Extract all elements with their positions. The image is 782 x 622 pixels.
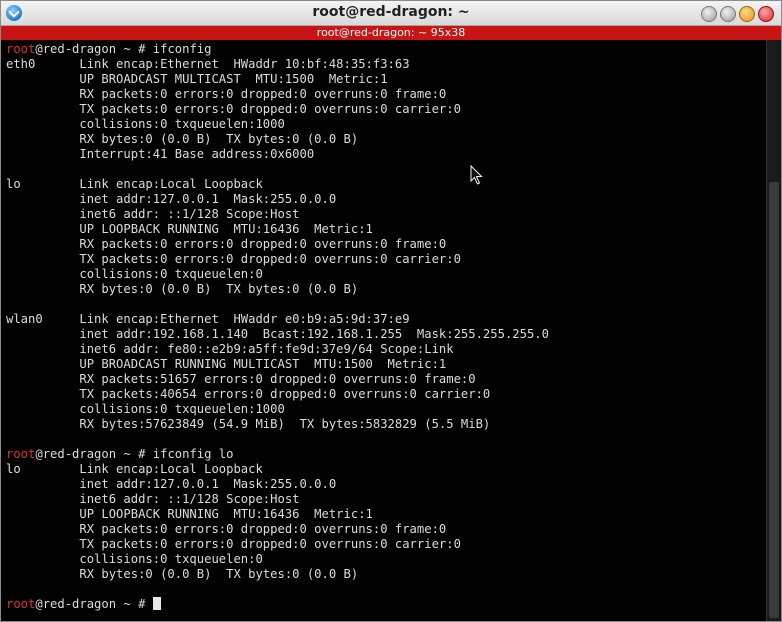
prompt-host: @red-dragon ~ #: [35, 597, 153, 611]
shade-icon[interactable]: [739, 6, 755, 22]
output-line: collisions:0 txqueuelen:0: [6, 267, 263, 281]
output-line: lo Link encap:Local Loopback: [6, 177, 263, 191]
terminal-window: root@red-dragon: ~ root@red-dragon: ~ 95…: [0, 0, 782, 622]
prompt-user: root: [6, 597, 36, 611]
output-line: UP LOOPBACK RUNNING MTU:16436 Metric:1: [6, 222, 373, 236]
output-line: RX bytes:0 (0.0 B) TX bytes:0 (0.0 B): [6, 282, 359, 296]
scrollbar-thumb[interactable]: [769, 182, 779, 618]
output-line: RX bytes:0 (0.0 B) TX bytes:0 (0.0 B): [6, 132, 359, 146]
output-line: RX packets:0 errors:0 dropped:0 overruns…: [6, 522, 447, 536]
active-prompt-line: root@red-dragon ~ #: [6, 597, 549, 612]
prompt-line: root@red-dragon ~ # ifconfig: [6, 42, 549, 57]
output-line: inet addr:192.168.1.140 Bcast:192.168.1.…: [6, 327, 549, 341]
minimize-icon[interactable]: [701, 6, 717, 22]
command-text: ifconfig: [152, 42, 212, 56]
output-line: Interrupt:41 Base address:0x6000: [6, 147, 315, 161]
output-line: lo Link encap:Local Loopback: [6, 462, 263, 476]
output-line: inet addr:127.0.0.1 Mask:255.0.0.0: [6, 192, 337, 206]
terminal-lines: root@red-dragon ~ # ifconfig eth0 Link en…: [6, 42, 549, 612]
output-line: collisions:0 txqueuelen:1000: [6, 117, 285, 131]
terminal-output[interactable]: root@red-dragon ~ # ifconfig eth0 Link en…: [1, 40, 767, 621]
prompt-line: root@red-dragon ~ # ifconfig lo: [6, 447, 549, 462]
output-line: TX packets:0 errors:0 dropped:0 overruns…: [6, 252, 461, 266]
output-line: inet6 addr: ::1/128 Scope:Host: [6, 207, 300, 221]
text-cursor[interactable]: [152, 597, 161, 610]
output-line: inet addr:127.0.0.1 Mask:255.0.0.0: [6, 477, 337, 491]
scrollbar[interactable]: [766, 40, 781, 621]
output-line: TX packets:0 errors:0 dropped:0 overruns…: [6, 102, 461, 116]
output-line: RX packets:51657 errors:0 dropped:0 over…: [6, 372, 476, 386]
prompt-user: root: [6, 447, 36, 461]
output-line: TX packets:40654 errors:0 dropped:0 over…: [6, 387, 491, 401]
prompt-host: @red-dragon ~ #: [35, 447, 153, 461]
output-line: UP BROADCAST MULTICAST MTU:1500 Metric:1: [6, 72, 388, 86]
command-text: ifconfig lo: [152, 447, 234, 461]
close-icon[interactable]: [758, 6, 774, 22]
prompt-host: @red-dragon ~ #: [35, 42, 153, 56]
output-line: UP LOOPBACK RUNNING MTU:16436 Metric:1: [6, 507, 373, 521]
output-line: collisions:0 txqueuelen:1000: [6, 402, 285, 416]
output-line: RX bytes:57623849 (54.9 MiB) TX bytes:58…: [6, 417, 491, 431]
output-line: TX packets:0 errors:0 dropped:0 overruns…: [6, 537, 461, 551]
output-line: eth0 Link encap:Ethernet HWaddr 10:bf:48…: [6, 57, 410, 71]
prompt-user: root: [6, 42, 36, 56]
output-line: UP BROADCAST RUNNING MULTICAST MTU:1500 …: [6, 357, 447, 371]
output-line: RX bytes:0 (0.0 B) TX bytes:0 (0.0 B): [6, 567, 359, 581]
window-title: root@red-dragon: ~: [312, 4, 470, 20]
tab-label[interactable]: root@red-dragon: ~ 95x38: [1, 26, 781, 40]
output-line: RX packets:0 errors:0 dropped:0 overruns…: [6, 87, 447, 101]
output-line: RX packets:0 errors:0 dropped:0 overruns…: [6, 237, 447, 251]
output-line: collisions:0 txqueuelen:0: [6, 552, 263, 566]
output-line: inet6 addr: ::1/128 Scope:Host: [6, 492, 300, 506]
restore-icon[interactable]: [720, 6, 736, 22]
title-bar[interactable]: root@red-dragon: ~: [1, 1, 781, 26]
mouse-pointer-icon: [470, 165, 483, 185]
tab-bar[interactable]: root@red-dragon: ~ 95x38: [1, 26, 781, 40]
output-line: inet6 addr: fe80::e2b9:a5ff:fe9d:37e9/64…: [6, 342, 454, 356]
output-line: wlan0 Link encap:Ethernet HWaddr e0:b9:a…: [6, 312, 410, 326]
